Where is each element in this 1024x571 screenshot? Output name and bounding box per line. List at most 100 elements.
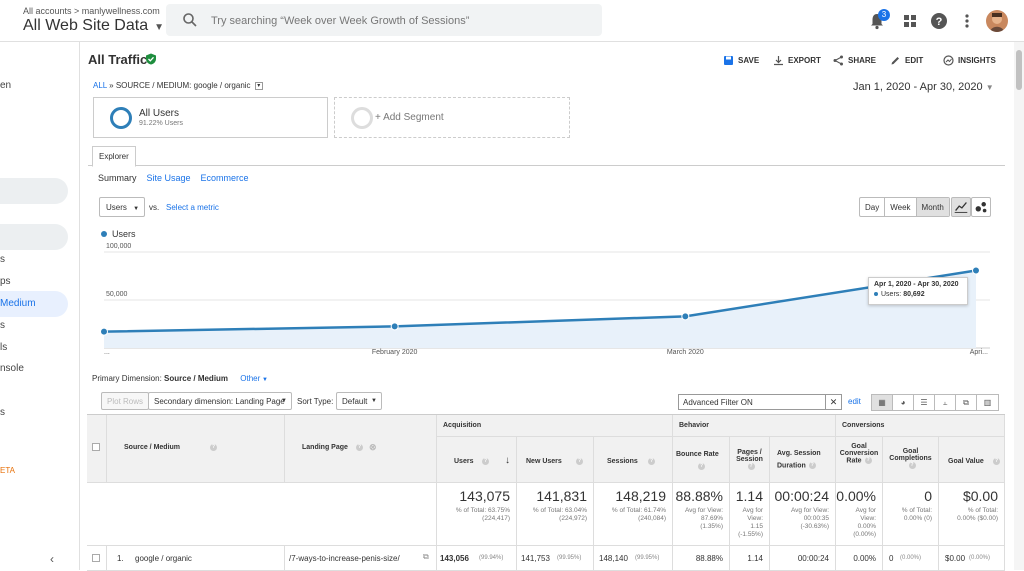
breadcrumb-all-link[interactable]: ALL <box>93 81 107 90</box>
select-all-checkbox[interactable] <box>92 443 100 451</box>
sidebar-highlight <box>0 178 68 204</box>
header-gcr-line3: Rate <box>846 457 862 465</box>
header-pages-line1: Pages / <box>737 449 762 456</box>
search-placeholder: Try searching “Week over Week Growth of … <box>211 15 470 27</box>
plot-rows-button[interactable]: Plot Rows <box>101 392 150 410</box>
header-sessions[interactable]: Sessions? <box>594 437 673 483</box>
totals-gcr-value: 0.00% <box>836 488 876 504</box>
sidebar-item[interactable]: en <box>0 80 11 91</box>
period-week-button[interactable]: Week <box>885 198 917 216</box>
help-icon: ? <box>808 462 816 469</box>
metric-select[interactable]: Users ▼ <box>99 197 145 217</box>
row-bounce-value: 88.88% <box>695 554 723 563</box>
edit-filter-link[interactable]: edit <box>848 397 861 406</box>
export-button[interactable]: EXPORT <box>773 55 821 66</box>
search-bar[interactable]: Try searching “Week over Week Growth of … <box>166 4 602 36</box>
insights-button[interactable]: INSIGHTS <box>943 55 996 66</box>
account-selector[interactable]: All Web Site Data ▼ <box>23 17 164 35</box>
subnav-ecommerce[interactable]: Ecommerce <box>201 173 249 183</box>
share-button[interactable]: SHARE <box>833 55 876 66</box>
clear-filter-icon[interactable]: ✕ <box>825 395 841 409</box>
search-icon <box>183 13 197 27</box>
totals-gv-value: $0.00 <box>962 488 998 504</box>
sort-type-select[interactable]: Default ▼ <box>336 392 382 410</box>
y-tick-label: 100,000 <box>106 243 131 250</box>
sidebar-item[interactable]: nsole <box>0 363 24 374</box>
avatar[interactable] <box>986 10 1008 32</box>
header-gc-line1: Goal <box>902 448 919 455</box>
pivot-view-icon[interactable]: ▥ <box>977 395 998 410</box>
row-landing-link[interactable]: /7-ways-to-increase-penis-size/ <box>289 554 400 563</box>
header-pages-session[interactable]: Pages / Session? <box>730 437 770 483</box>
comparison-view-icon[interactable]: ⫠ <box>935 395 956 410</box>
help-icon[interactable]: ? <box>930 12 948 30</box>
breadcrumb-dropdown-icon[interactable]: ▾ <box>254 81 263 90</box>
header-landing-page[interactable]: Landing Page? ⊗ <box>285 415 437 483</box>
period-month-button[interactable]: Month <box>916 198 949 216</box>
header-new-users-label: New Users <box>526 458 562 465</box>
header-bounce-rate[interactable]: Bounce Rate? <box>673 437 730 483</box>
line-chart-icon[interactable] <box>951 197 971 217</box>
sidebar-item-source-medium[interactable]: Medium <box>0 298 36 309</box>
advanced-filter-input[interactable]: Advanced Filter ON ✕ <box>678 394 842 410</box>
sidebar-item[interactable]: s <box>0 407 5 418</box>
account-breadcrumb[interactable]: All accounts > manlywellness.com <box>23 6 160 16</box>
save-button[interactable]: SAVE <box>723 55 759 66</box>
add-segment-button[interactable]: + Add Segment <box>334 97 570 138</box>
help-icon: ? <box>864 457 872 464</box>
data-table-view-icon[interactable]: ▦ <box>872 395 893 410</box>
header-goal-conversion-rate[interactable]: Goal Conversion Rate? <box>836 437 883 483</box>
sidebar-item[interactable]: ls <box>0 342 7 353</box>
totals-sessions: 148,219 % of Total: 61.74% (240,084) <box>594 483 673 546</box>
sidebar-item[interactable]: ps <box>0 276 11 287</box>
row-sessions-pct: (99.95%) <box>635 555 660 561</box>
motion-chart-icon[interactable] <box>971 197 991 217</box>
edit-button[interactable]: EDIT <box>890 55 923 66</box>
header-gv-label: Goal Value <box>948 458 984 465</box>
header-goal-completions[interactable]: Goal Completions? <box>883 437 939 483</box>
primary-dimension-other[interactable]: Other <box>240 374 260 383</box>
totals-pages: 1.14 Avg for View: 1.15 (-1.55%) <box>730 483 770 546</box>
more-vert-icon[interactable] <box>958 12 976 30</box>
save-label: SAVE <box>738 56 760 65</box>
verified-shield-icon <box>146 53 156 65</box>
external-link-icon[interactable]: ⧉ <box>423 552 429 562</box>
header-avg-duration[interactable]: Avg. Session Duration? <box>770 437 836 483</box>
row-source-link[interactable]: google / organic <box>135 554 192 563</box>
sort-type-value: Default <box>342 397 368 406</box>
date-range-picker[interactable]: Jan 1, 2020 - Apr 30, 2020 ▼ <box>853 81 994 93</box>
header-source-medium[interactable]: Source / Medium? <box>107 415 285 483</box>
subnav-site-usage[interactable]: Site Usage <box>147 173 191 183</box>
period-day-button[interactable]: Day <box>860 198 886 216</box>
collapse-sidebar-icon[interactable]: ‹ <box>50 552 54 566</box>
data-point <box>972 266 980 275</box>
totals-gcr-sub2: View: <box>860 515 876 522</box>
header-users[interactable]: Users? ↓ <box>437 437 517 483</box>
totals-gcr-sub: Avg for View: 0.00% (0.00%) <box>853 507 876 539</box>
totals-sessions-sub2: (240,084) <box>638 515 666 522</box>
totals-label-cell <box>87 483 437 546</box>
pie-view-icon[interactable]: ◕ <box>893 395 914 410</box>
totals-gc-sub: % of Total: 0.00% (0) <box>902 507 932 523</box>
select-metric-link[interactable]: Select a metric <box>166 203 219 212</box>
header-goal-value[interactable]: Goal Value? <box>939 437 1005 483</box>
term-cloud-view-icon[interactable]: ⧉ <box>956 395 977 410</box>
performance-view-icon[interactable]: ☰ <box>914 395 935 410</box>
tab-explorer[interactable]: Explorer <box>92 146 136 167</box>
row-checkbox[interactable] <box>92 554 100 562</box>
scrollbar-thumb[interactable] <box>1016 50 1022 90</box>
secondary-dimension-select[interactable]: Secondary dimension: Landing Page ▼ <box>148 392 292 410</box>
primary-dimension-value[interactable]: Source / Medium <box>164 374 228 383</box>
table-row-gc: 0 (0.00%) <box>883 546 939 571</box>
help-icon: ? <box>482 458 489 465</box>
page-scrollbar[interactable] <box>1014 42 1024 570</box>
sidebar-item[interactable]: s <box>0 254 5 265</box>
sidebar-item[interactable]: s <box>0 320 5 331</box>
remove-dimension-icon[interactable]: ⊗ <box>369 442 377 453</box>
totals-bounce-sub3: (1.35%) <box>700 523 723 530</box>
totals-new-users-sub1: % of Total: 63.04% <box>532 507 587 514</box>
apps-grid-icon[interactable] <box>901 12 919 30</box>
segment-all-users[interactable]: All Users 91.22% Users <box>93 97 328 138</box>
header-new-users[interactable]: New Users? <box>517 437 594 483</box>
subnav-summary[interactable]: Summary <box>98 173 137 183</box>
